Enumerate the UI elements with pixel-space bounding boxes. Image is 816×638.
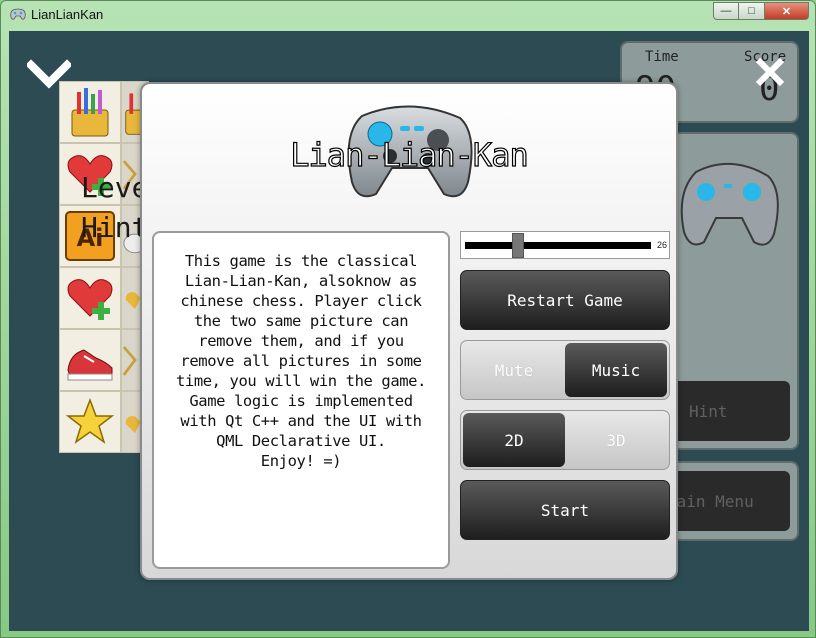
view-mode-toggle: 2D 3D (460, 410, 670, 470)
window-title: LianLianKan (31, 7, 104, 22)
volume-slider[interactable]: 26 (460, 231, 670, 259)
close-icon[interactable] (753, 55, 787, 89)
restart-game-button[interactable]: Restart Game (460, 270, 670, 330)
slider-handle[interactable] (511, 233, 524, 258)
sound-toggle: Mute Music (460, 340, 670, 400)
view-3d-option[interactable]: 3D (565, 413, 667, 467)
settings-dialog: Lian-Lian-Kan This game is the classical… (140, 82, 678, 580)
gamepad-icon (680, 162, 779, 246)
tile-heart-plus[interactable] (59, 267, 121, 329)
mute-option[interactable]: Mute (463, 343, 565, 397)
pencil-cup-icon (71, 88, 109, 137)
slider-track (465, 242, 651, 249)
about-text: This game is the classical Lian-Lian-Kan… (175, 252, 427, 470)
tile-star[interactable] (59, 391, 121, 453)
tile-board: Ai (59, 81, 149, 453)
game-title: Lian-Lian-Kan (290, 135, 530, 174)
sneaker-icon (67, 349, 113, 381)
gamepad-app-icon (10, 8, 26, 20)
game-area: Ai Time Score 0 Level: Hint: Hint Main M… (9, 31, 809, 631)
tile-sneaker[interactable] (59, 329, 121, 391)
app-window: LianLianKan — □ ✕ Ai Time Score 0 Level:… (0, 0, 816, 638)
about-panel: This game is the classical Lian-Lian-Kan… (152, 231, 450, 569)
slider-value: 26 (657, 240, 668, 250)
window-controls: — □ ✕ (713, 2, 809, 20)
maximize-button[interactable]: □ (739, 2, 765, 20)
view-2d-option[interactable]: 2D (463, 413, 565, 467)
start-button[interactable]: Start (460, 480, 670, 540)
time-label: Time (645, 49, 679, 65)
checkmark-icon[interactable] (27, 55, 71, 89)
window-close-button[interactable]: ✕ (765, 2, 809, 20)
star-icon (65, 397, 115, 444)
minimize-button[interactable]: — (713, 2, 739, 20)
heart-plus-icon (67, 279, 113, 320)
music-option[interactable]: Music (565, 343, 667, 397)
tile-pencil-cup[interactable] (59, 81, 121, 143)
title-bar[interactable]: LianLianKan — □ ✕ (1, 1, 816, 29)
